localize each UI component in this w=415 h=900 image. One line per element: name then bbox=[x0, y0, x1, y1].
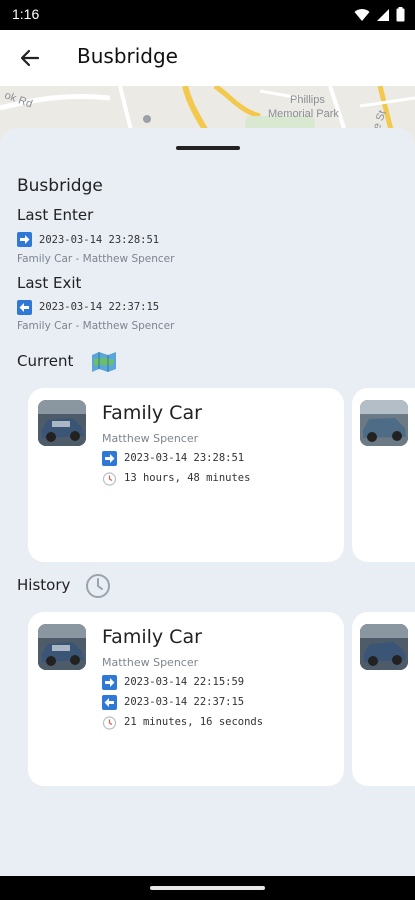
map-label-2: Memorial Park bbox=[268, 108, 339, 120]
bottom-sheet: Busbridge Last Enter 2023-03-14 23:28:51… bbox=[0, 128, 415, 876]
vehicle-duration: 13 hours, 48 minutes bbox=[124, 472, 251, 484]
stopwatch-icon bbox=[102, 716, 117, 730]
vehicle-duration: 21 minutes, 16 seconds bbox=[124, 716, 264, 728]
wifi-icon bbox=[354, 8, 370, 21]
vehicle-photo bbox=[38, 400, 86, 446]
vehicle-title: Family Car bbox=[102, 626, 202, 648]
vehicle-title: Family Car bbox=[102, 402, 202, 424]
last-enter-detail: Family Car - Matthew Spencer bbox=[17, 253, 175, 265]
page-title: Busbridge bbox=[77, 44, 178, 68]
signal-icon bbox=[377, 8, 389, 21]
arrow-left-icon bbox=[20, 49, 40, 67]
clock-icon bbox=[86, 574, 110, 598]
system-nav-bar bbox=[0, 876, 415, 900]
exit-arrow-icon bbox=[102, 695, 117, 710]
status-icons bbox=[354, 7, 405, 22]
next-vehicle-card-peek[interactable] bbox=[352, 388, 415, 562]
last-exit-heading: Last Exit bbox=[17, 274, 82, 292]
status-bar: 1:16 bbox=[0, 0, 415, 30]
current-heading: Current bbox=[17, 352, 74, 370]
history-vehicle-card[interactable]: Family Car Matthew Spencer 2023-03-14 22… bbox=[28, 612, 344, 786]
exit-arrow-icon bbox=[17, 300, 32, 315]
vehicle-enter-time: 2023-03-14 23:28:51 bbox=[124, 452, 245, 464]
app-bar: Busbridge bbox=[0, 30, 415, 86]
stopwatch-icon bbox=[102, 472, 117, 486]
vehicle-photo bbox=[360, 400, 408, 446]
vehicle-enter-time: 2023-03-14 22:15:59 bbox=[124, 676, 245, 688]
last-enter-heading: Last Enter bbox=[17, 206, 94, 224]
enter-arrow-icon bbox=[102, 675, 117, 690]
map-label-1: Phillips bbox=[290, 94, 325, 106]
map-icon bbox=[92, 352, 116, 372]
last-exit-detail: Family Car - Matthew Spencer bbox=[17, 320, 175, 332]
last-exit-timestamp: 2023-03-14 22:37:15 bbox=[39, 301, 160, 313]
enter-arrow-icon bbox=[102, 451, 117, 466]
history-heading: History bbox=[17, 576, 71, 594]
status-time: 1:16 bbox=[12, 6, 40, 22]
vehicle-owner: Matthew Spencer bbox=[102, 432, 199, 445]
battery-icon bbox=[396, 7, 405, 22]
enter-arrow-icon bbox=[17, 232, 32, 247]
home-gesture-handle[interactable] bbox=[150, 886, 265, 890]
vehicle-owner: Matthew Spencer bbox=[102, 656, 199, 669]
sheet-drag-handle[interactable] bbox=[176, 146, 240, 150]
vehicle-exit-time: 2023-03-14 22:37:15 bbox=[124, 696, 245, 708]
place-name: Busbridge bbox=[17, 176, 103, 196]
back-button[interactable] bbox=[16, 44, 44, 72]
vehicle-photo bbox=[38, 624, 86, 670]
vehicle-photo bbox=[360, 624, 408, 670]
current-vehicle-card[interactable]: Family Car Matthew Spencer 2023-03-14 23… bbox=[28, 388, 344, 562]
last-enter-timestamp: 2023-03-14 23:28:51 bbox=[39, 234, 160, 246]
next-history-card-peek[interactable] bbox=[352, 612, 415, 786]
